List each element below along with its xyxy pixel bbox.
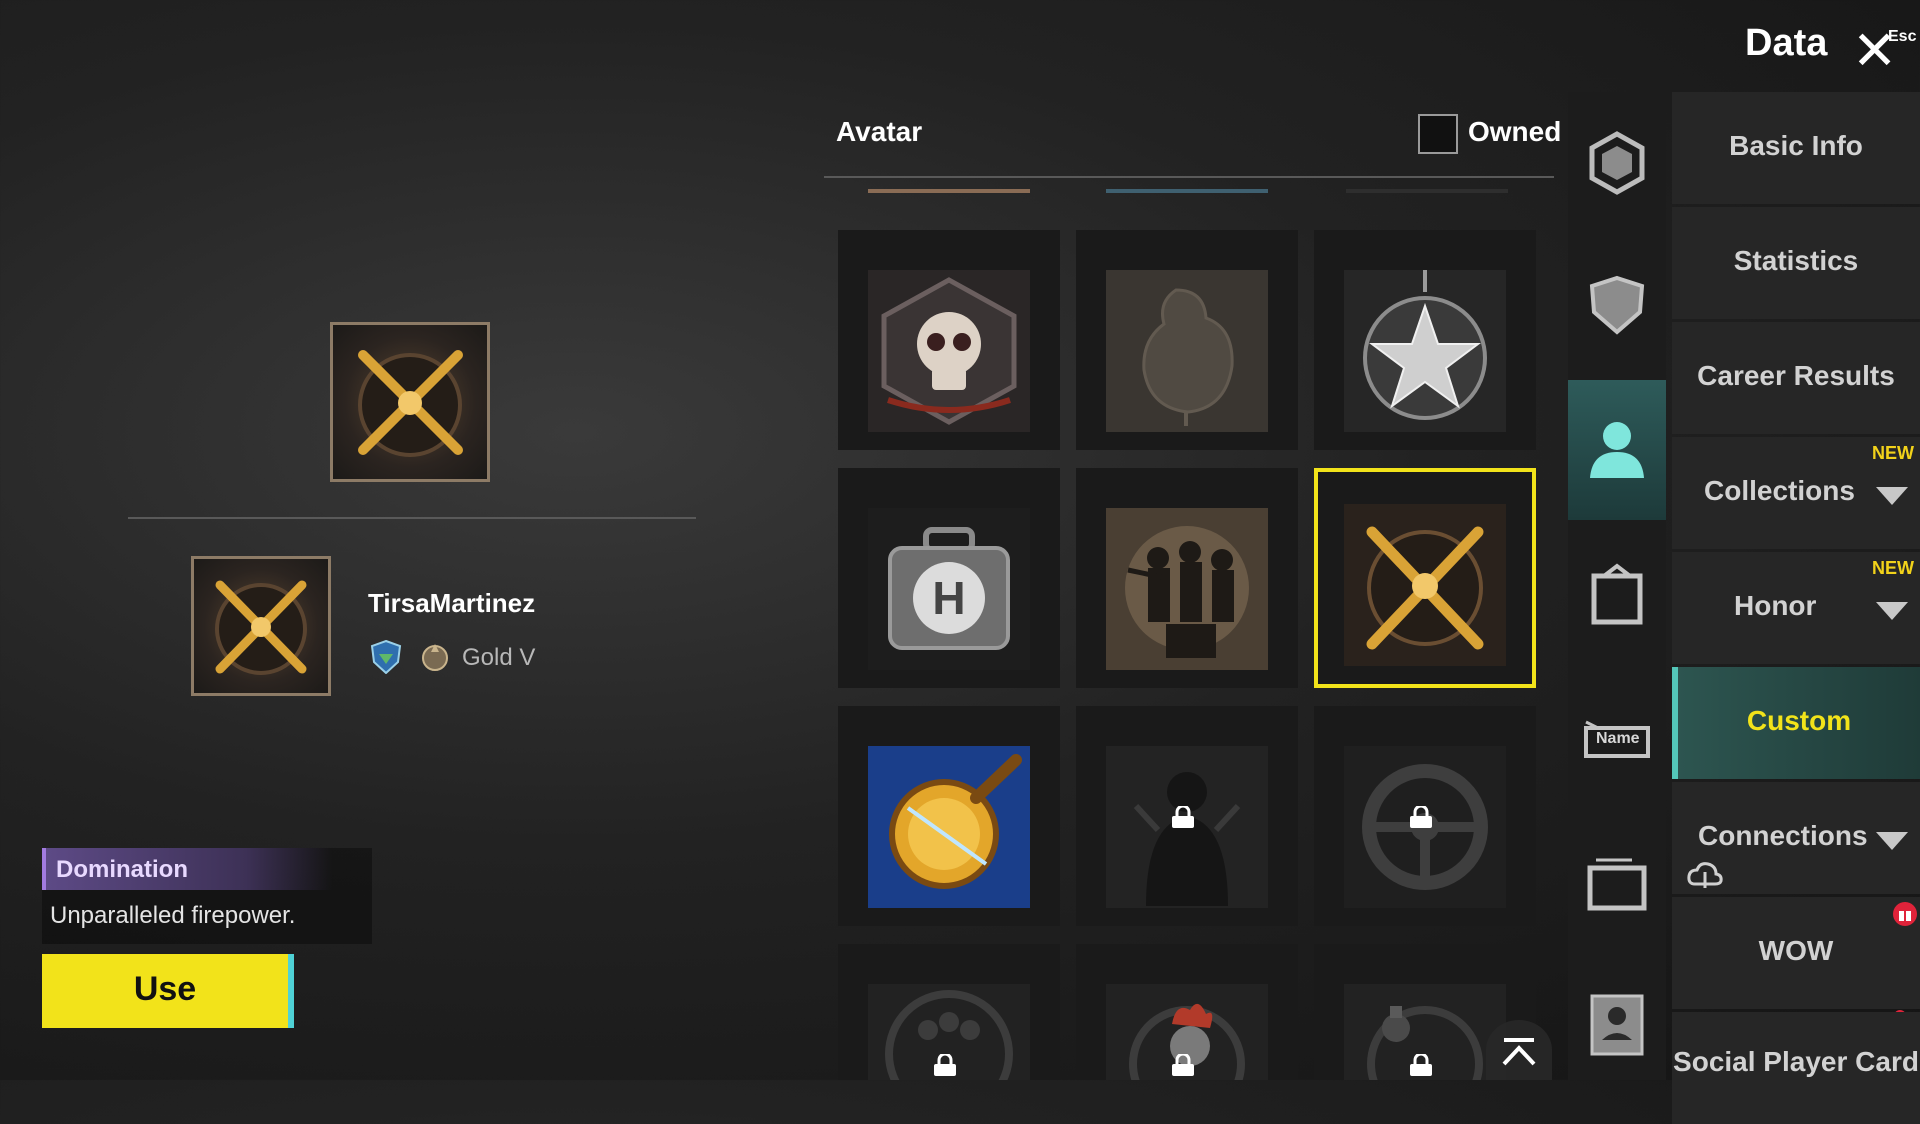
esc-hint: Esc xyxy=(1888,28,1917,45)
avatar-tile-locked[interactable] xyxy=(838,944,1060,1080)
frying-pan-icon xyxy=(868,746,1030,908)
lock-icon xyxy=(1172,806,1194,828)
new-badge: NEW xyxy=(1872,558,1914,578)
menu-label: Statistics xyxy=(1733,245,1859,276)
category-nameplate[interactable]: Name xyxy=(1582,706,1652,776)
rank-badge-icon xyxy=(418,640,452,674)
card-frame-icon xyxy=(1587,858,1647,911)
svg-text:H: H xyxy=(932,572,965,624)
rank-text: Gold V xyxy=(462,644,536,671)
category-avatar[interactable] xyxy=(1582,414,1652,484)
star-medal-icon xyxy=(1344,270,1506,432)
page-title: Data xyxy=(1745,22,1828,64)
avatar-tile[interactable] xyxy=(1314,230,1536,450)
crossed-rifles-pan-icon xyxy=(358,350,463,457)
avatar-tile-locked[interactable] xyxy=(1314,706,1536,926)
squad-soldiers-icon xyxy=(1106,508,1268,670)
menu-collections[interactable]: NEW Collections xyxy=(1672,437,1920,549)
owned-label[interactable]: Owned xyxy=(1468,116,1561,148)
chevron-down-icon xyxy=(1876,487,1908,505)
menu-custom[interactable]: Custom xyxy=(1672,667,1920,779)
use-button-label: Use xyxy=(133,970,197,1008)
menu-wow[interactable]: WOW xyxy=(1672,897,1920,1009)
menu-basic-info[interactable]: Basic Info xyxy=(1672,92,1920,204)
shield-icon xyxy=(1589,275,1645,335)
chicken-silhouette-icon xyxy=(1106,270,1268,432)
avatar-tile[interactable] xyxy=(838,706,1060,926)
medkit-icon: H xyxy=(868,508,1030,670)
scroll-top-button[interactable] xyxy=(1486,1020,1552,1080)
crossed-rifles-pan-icon xyxy=(1344,504,1506,666)
category-emblem[interactable] xyxy=(1582,128,1652,198)
menu-label: Career Results xyxy=(1697,360,1895,391)
menu-social-player-card[interactable]: Social Player Card xyxy=(1672,1012,1920,1124)
avatar-tile-locked[interactable] xyxy=(1076,706,1298,926)
cloud-upload-icon xyxy=(1687,862,1723,888)
chevron-down-icon xyxy=(1876,832,1908,850)
gift-icon xyxy=(1893,902,1917,926)
avatar-title-banner: Domination xyxy=(42,848,332,890)
chevron-down-icon xyxy=(1876,602,1908,620)
divider xyxy=(128,517,696,519)
menu-career-results[interactable]: Career Results xyxy=(1672,322,1920,434)
avatar-tile[interactable] xyxy=(838,230,1060,450)
lock-icon xyxy=(1410,1054,1432,1076)
menu-statistics[interactable]: Statistics xyxy=(1672,207,1920,319)
avatar-preview-large xyxy=(330,322,490,482)
menu-label: Basic Info xyxy=(1729,130,1863,161)
use-button[interactable]: Use xyxy=(42,954,294,1028)
id-card-icon xyxy=(1590,994,1644,1056)
avatar-tile-locked[interactable] xyxy=(1076,944,1298,1080)
emblem-icon xyxy=(1589,131,1645,195)
avatar-person-icon xyxy=(1590,422,1644,478)
skull-hexagon-icon xyxy=(868,270,1030,432)
lock-icon xyxy=(934,1054,956,1076)
new-badge: NEW xyxy=(1872,443,1914,463)
avatar-panel-label: Avatar xyxy=(836,116,923,147)
close-button[interactable]: ✕ Esc xyxy=(1848,18,1916,78)
shield-icon xyxy=(370,639,402,675)
frame-icon xyxy=(1591,563,1643,625)
category-card-frame[interactable] xyxy=(1582,850,1652,920)
menu-label: Custom xyxy=(1746,705,1852,736)
nameplate-icon-label: Name xyxy=(1596,730,1640,747)
tile-rarity-bar xyxy=(868,189,1030,193)
category-frame[interactable] xyxy=(1582,562,1652,632)
avatar-title: Domination xyxy=(56,856,188,883)
category-id-card[interactable] xyxy=(1582,990,1652,1060)
avatar-preview-small xyxy=(191,556,331,696)
lock-icon xyxy=(1410,806,1432,828)
category-shield[interactable] xyxy=(1582,270,1652,340)
tile-rarity-bar xyxy=(1346,189,1508,193)
crossed-rifles-pan-icon xyxy=(215,580,307,675)
avatar-tile-selected[interactable] xyxy=(1314,468,1536,688)
menu-label: WOW xyxy=(1758,935,1834,966)
chevron-up-icon xyxy=(1502,1038,1536,1066)
menu-label: Social Player Card xyxy=(1673,1046,1919,1077)
menu-connections[interactable]: Connections xyxy=(1672,782,1920,894)
player-name: TirsaMartinez xyxy=(368,588,536,618)
owned-checkbox[interactable] xyxy=(1418,114,1458,154)
avatar-tile[interactable]: H xyxy=(838,468,1060,688)
avatar-description: Unparalleled firepower. xyxy=(50,902,296,929)
avatar-tile[interactable] xyxy=(1076,468,1298,688)
avatar-tile[interactable] xyxy=(1076,230,1298,450)
lock-icon xyxy=(1172,1054,1194,1076)
tile-rarity-bar xyxy=(1106,189,1268,193)
menu-honor[interactable]: NEW Honor xyxy=(1672,552,1920,664)
